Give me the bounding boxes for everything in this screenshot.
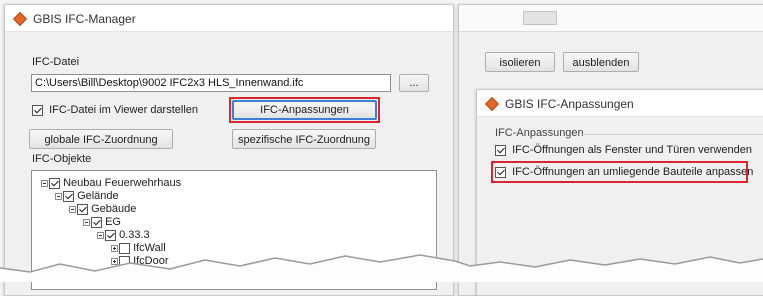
collapse-icon[interactable] — [97, 231, 104, 239]
isolate-button[interactable]: isolieren — [485, 52, 555, 72]
tree-node[interactable]: Neubau Feuerwehrhaus — [41, 177, 181, 190]
checkbox-icon[interactable] — [77, 203, 88, 215]
option2-highlight — [491, 161, 748, 183]
show-in-viewer-checkbox[interactable]: IFC-Datei im Viewer darstellen — [32, 104, 198, 116]
ifc-manager-titlebar: GBIS IFC-Manager — [5, 5, 453, 32]
tree-node-label: 0.33.3 — [119, 229, 150, 241]
browse-button[interactable]: ... — [399, 74, 429, 92]
app-icon — [484, 96, 500, 112]
tree-node[interactable]: Gebäude — [69, 203, 136, 216]
checkbox-icon[interactable] — [105, 229, 116, 241]
collapse-icon[interactable] — [41, 179, 48, 187]
app-icon — [12, 11, 28, 27]
tree-node[interactable]: EG — [83, 216, 121, 229]
adjustments-group-label: IFC-Anpassungen — [495, 127, 584, 139]
tree-node-label: EG — [105, 216, 121, 228]
hide-button[interactable]: ausblenden — [563, 52, 639, 72]
checkbox-icon[interactable] — [63, 190, 74, 202]
tree-node[interactable]: 0.33.3 — [97, 229, 150, 242]
dialog-titlebar: GBIS IFC-Anpassungen — [477, 90, 763, 117]
torn-edge — [0, 254, 763, 282]
checkbox-icon — [32, 104, 43, 116]
collapse-icon[interactable] — [83, 218, 90, 226]
checkbox-icon[interactable] — [49, 177, 60, 189]
ifc-file-label: IFC-Datei — [32, 56, 80, 68]
tree-node-label: Gelände — [77, 190, 119, 202]
dialog-title: GBIS IFC-Anpassungen — [505, 97, 634, 111]
option1-label: IFC-Öffnungen als Fenster und Türen verw… — [512, 144, 752, 156]
checkbox-icon[interactable] — [91, 216, 102, 228]
global-assignment-button[interactable]: globale IFC-Zuordnung — [29, 129, 173, 149]
viewer-panel-header — [459, 5, 763, 32]
show-in-viewer-label: IFC-Datei im Viewer darstellen — [49, 104, 199, 116]
specific-assignment-button[interactable]: spezifische IFC-Zuordnung — [232, 129, 376, 149]
tree-node[interactable]: Gelände — [55, 190, 119, 203]
tree-node-label: Neubau Feuerwehrhaus — [63, 177, 182, 189]
ifc-objects-label: IFC-Objekte — [32, 153, 92, 165]
option-openings-as-windows-doors[interactable]: IFC-Öffnungen als Fenster und Türen verw… — [495, 144, 752, 156]
ifc-manager-title: GBIS IFC-Manager — [33, 12, 136, 26]
group-divider — [581, 134, 763, 135]
tree-node-label: Gebäude — [91, 203, 137, 215]
ifc-adjustments-highlight — [229, 97, 380, 123]
collapse-icon[interactable] — [55, 192, 62, 200]
collapse-icon[interactable] — [69, 205, 76, 213]
ifc-file-path-input[interactable]: C:\Users\Bill\Desktop\9002 IFC2x3 HLS_In… — [31, 74, 391, 92]
window-grip-icon[interactable] — [523, 11, 557, 25]
checkbox-icon — [495, 144, 506, 156]
